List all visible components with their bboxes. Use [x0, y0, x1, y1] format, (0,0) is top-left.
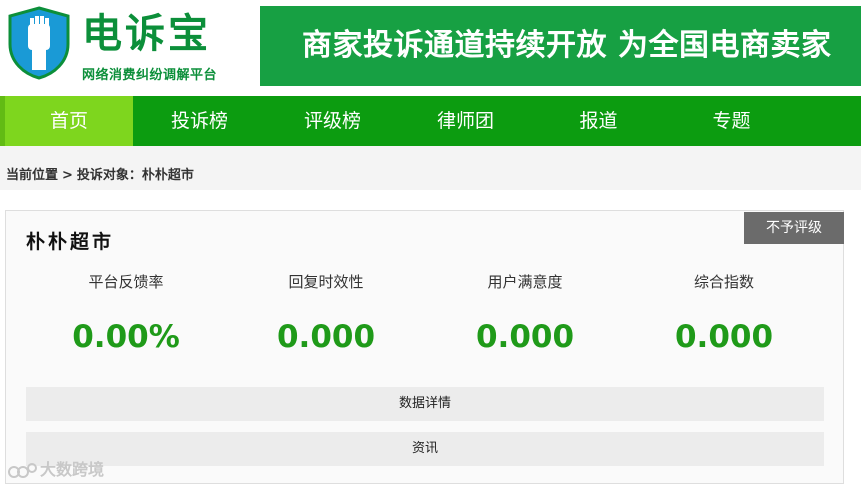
watermark-logo-icon	[8, 462, 37, 478]
metric-label: 平台反馈率	[88, 273, 164, 291]
nav-item-lawyer-team[interactable]: 律师团	[399, 96, 532, 146]
shield-fist-icon	[8, 6, 70, 80]
nav-item-home[interactable]: 首页	[0, 96, 133, 146]
breadcrumb-current-position[interactable]: 当前位置	[6, 168, 58, 183]
metric-label: 用户满意度	[487, 273, 563, 291]
metric-response-timeliness: 回复时效性 0.000	[226, 271, 426, 355]
metric-feedback-rate: 平台反馈率 0.00%	[26, 271, 226, 355]
breadcrumb-separator: >	[62, 168, 73, 183]
breadcrumb-target: 投诉对象：朴朴超市	[76, 168, 194, 183]
nav-item-rating-ranking[interactable]: 评级榜	[266, 96, 399, 146]
nav-item-complaint-ranking[interactable]: 投诉榜	[133, 96, 266, 146]
metric-label: 回复时效性	[288, 273, 364, 291]
site-logo[interactable]: 电诉宝 网络消费纠纷调解平台	[4, 4, 254, 86]
nav-item-reports[interactable]: 报道	[532, 96, 665, 146]
metric-value: 0.000	[475, 319, 575, 355]
watermark-text: 大数跨境	[40, 460, 105, 479]
logo-title: 电诉宝	[82, 11, 211, 57]
logo-subtitle: 网络消费纠纷调解平台	[82, 68, 218, 83]
metric-value: 0.000	[276, 319, 376, 355]
metric-value: 0.00%	[72, 319, 180, 355]
metric-label: 综合指数	[693, 273, 754, 291]
site-header: 电诉宝 网络消费纠纷调解平台 商家投诉通道持续开放 为全国电商卖家	[0, 0, 861, 96]
data-details-button[interactable]: 数据详情	[26, 387, 824, 421]
news-button[interactable]: 资讯	[26, 432, 824, 466]
breadcrumb: 当前位置 > 投诉对象：朴朴超市	[6, 164, 194, 183]
metric-overall-index: 综合指数 0.000	[624, 271, 824, 355]
promo-banner[interactable]: 商家投诉通道持续开放 为全国电商卖家	[260, 6, 861, 86]
company-name: 朴朴超市	[26, 231, 115, 253]
watermark: 大数跨境	[8, 456, 104, 480]
main-nav: 首页 投诉榜 评级榜 律师团 报道 专题	[0, 96, 861, 146]
company-card: 朴朴超市 不予评级 平台反馈率 0.00% 回复时效性 0.000 用户满意度 …	[5, 210, 844, 484]
metric-value: 0.000	[674, 319, 774, 355]
nav-item-topics[interactable]: 专题	[665, 96, 798, 146]
rating-badge[interactable]: 不予评级	[744, 212, 844, 244]
banner-text: 商家投诉通道持续开放 为全国电商卖家	[302, 28, 832, 63]
metric-user-satisfaction: 用户满意度 0.000	[425, 271, 625, 355]
breadcrumb-bar: 当前位置 > 投诉对象：朴朴超市	[0, 146, 861, 190]
